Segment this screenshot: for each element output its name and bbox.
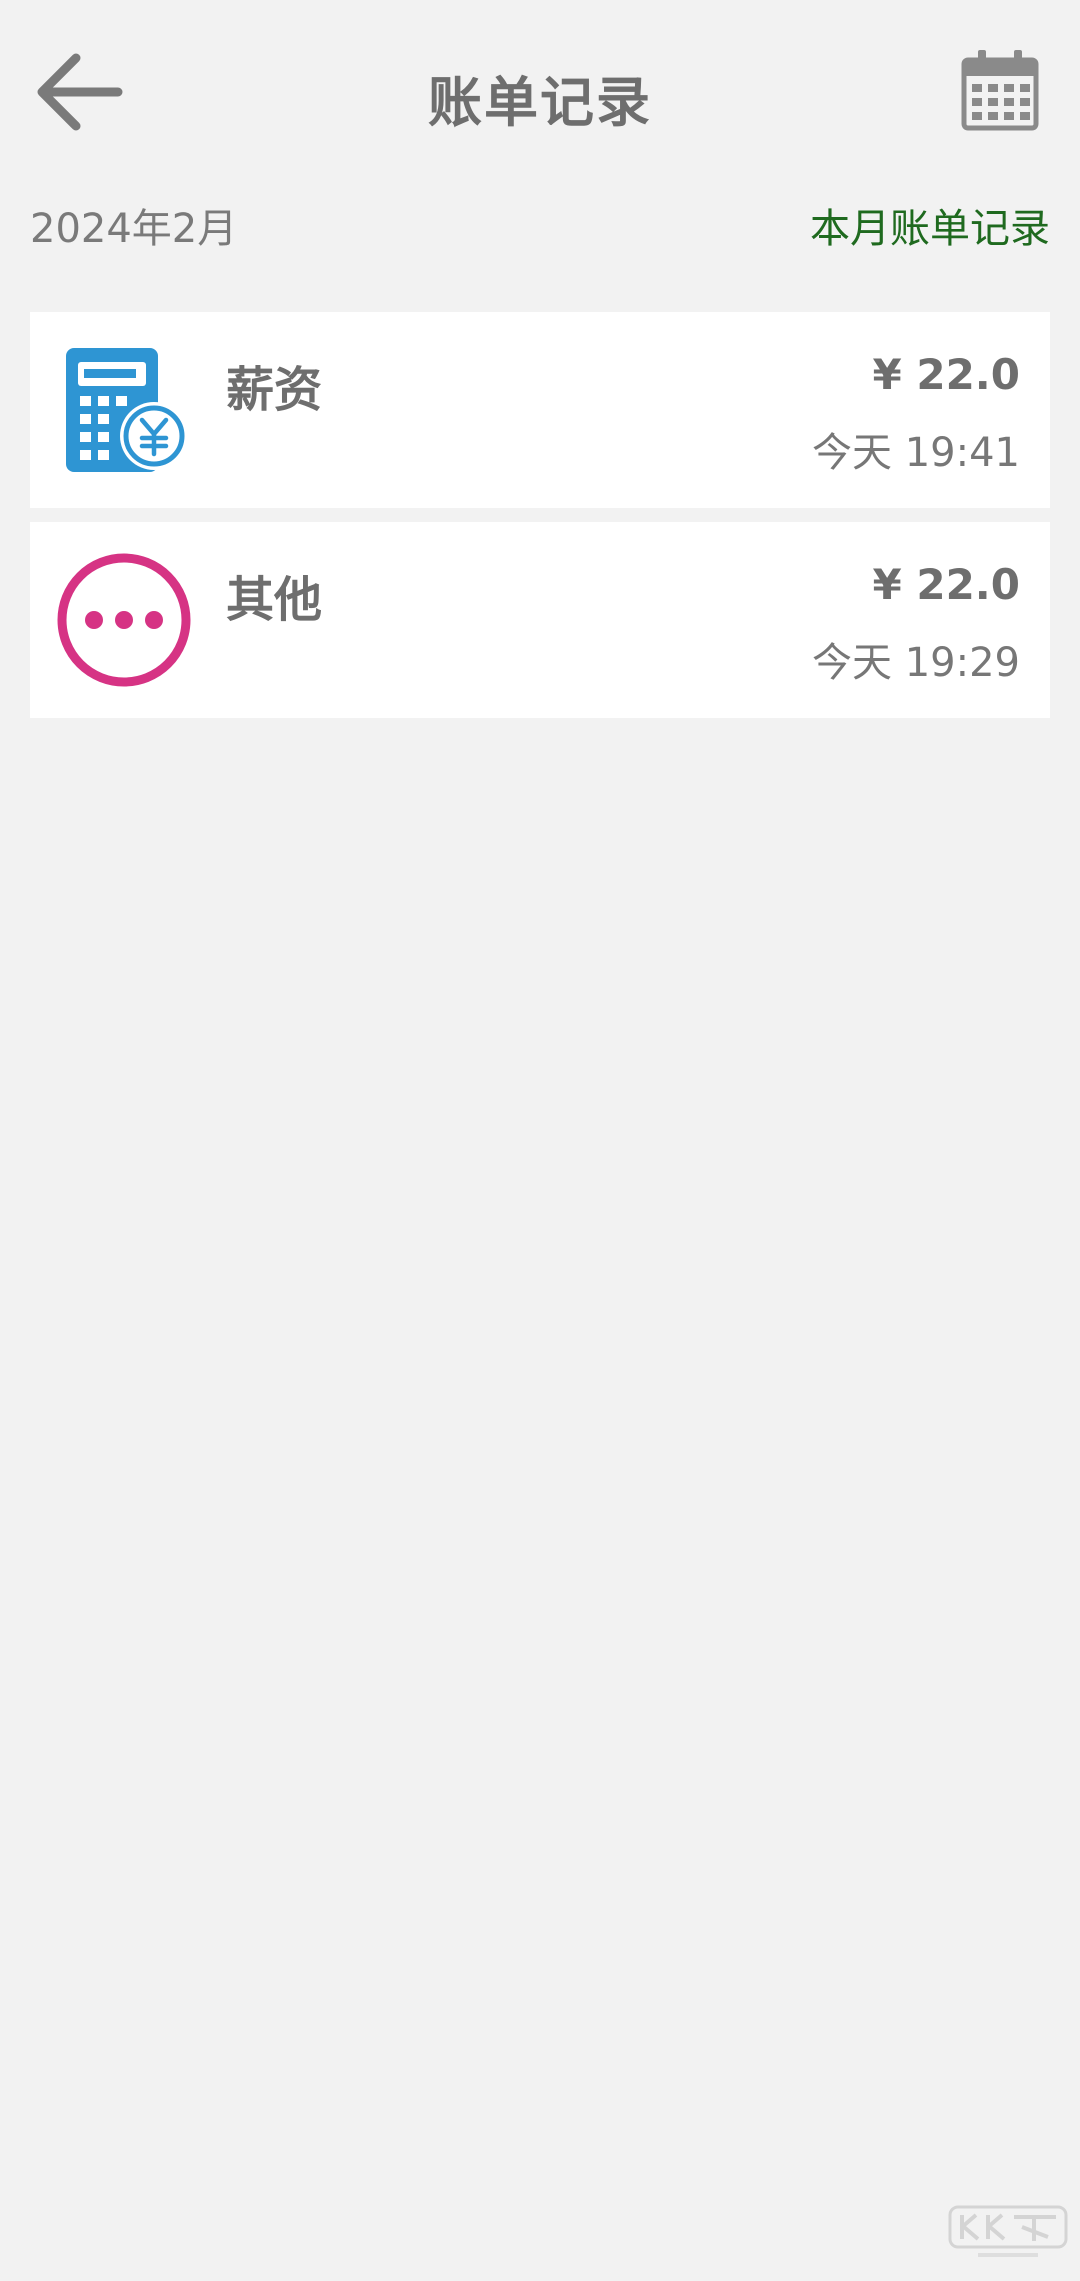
- kkx-watermark-logo: [948, 2205, 1068, 2257]
- calendar-icon: [961, 50, 1039, 131]
- record-amount: ¥ 22.0: [872, 350, 1020, 399]
- record-time: 今天 19:41: [812, 430, 1020, 476]
- record-category: 薪资: [226, 362, 323, 418]
- bill-record-list: 薪资 ¥ 22.0 今天 19:41 其他 ¥ 22.0 今天 19:29: [30, 312, 1050, 732]
- month-label: 2024年2月: [30, 206, 238, 252]
- record-category: 其他: [226, 572, 323, 628]
- record-time: 今天 19:29: [812, 640, 1020, 686]
- calendar-button[interactable]: [956, 46, 1044, 134]
- page-title: 账单记录: [428, 71, 652, 134]
- list-item[interactable]: 其他 ¥ 22.0 今天 19:29: [30, 522, 1050, 718]
- list-item[interactable]: 薪资 ¥ 22.0 今天 19:41: [30, 312, 1050, 508]
- month-bar: 2024年2月 本月账单记录: [30, 196, 1050, 256]
- more-dots-icon: [57, 553, 191, 687]
- salary-calculator-icon: [66, 348, 188, 472]
- current-month-records-link[interactable]: 本月账单记录: [810, 196, 1050, 254]
- app-header: 账单记录: [0, 0, 1080, 184]
- record-amount: ¥ 22.0: [872, 560, 1020, 609]
